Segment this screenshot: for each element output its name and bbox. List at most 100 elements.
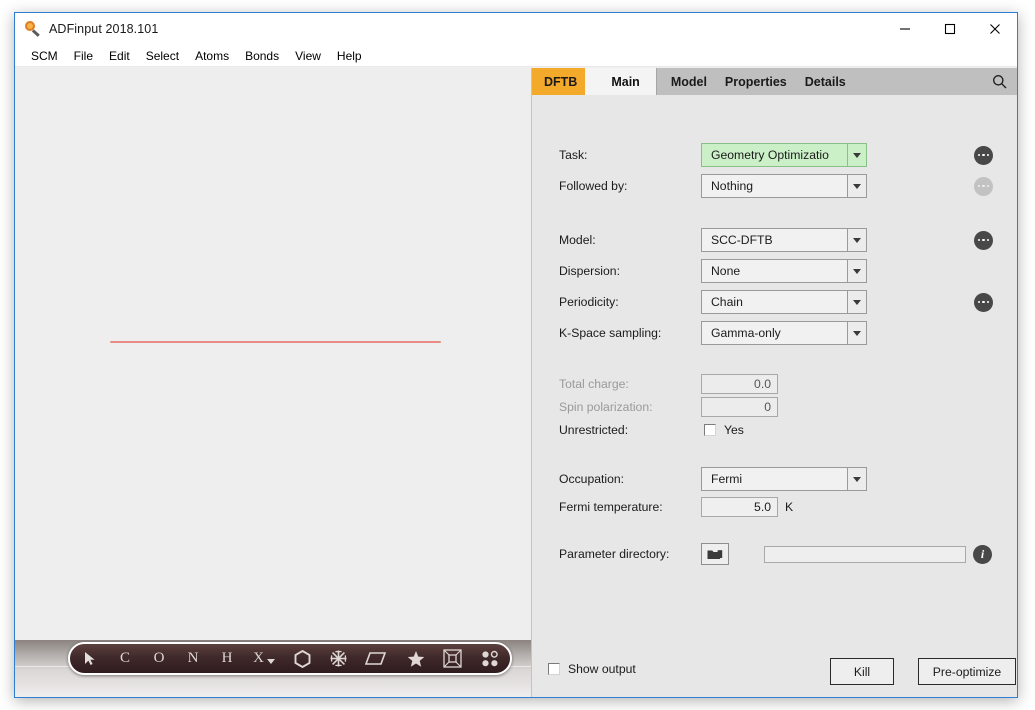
model-value: SCC-DFTB <box>711 233 773 247</box>
field-row-parameter-directory: Parameter directory: i <box>532 542 1017 566</box>
molecule-viewer[interactable]: C O N H X <box>15 68 531 697</box>
model-dropdown[interactable]: SCC-DFTB <box>701 228 867 252</box>
settings-form: Task: Geometry Optimizatio Followed by: … <box>532 95 1017 651</box>
menu-item-file[interactable]: File <box>66 47 101 65</box>
kspace-sampling-value: Gamma-only <box>711 326 781 340</box>
tool-points[interactable] <box>470 644 510 673</box>
tool-favorites[interactable] <box>398 644 434 673</box>
fermi-temperature-unit: K <box>785 500 794 514</box>
menu-item-atoms[interactable]: Atoms <box>187 47 237 65</box>
unrestricted-checkbox[interactable]: Yes <box>704 423 744 437</box>
occupation-dropdown[interactable]: Fermi <box>701 467 867 491</box>
menu-item-bonds[interactable]: Bonds <box>237 47 287 65</box>
spin-polarization-label: Spin polarization: <box>559 400 653 414</box>
model-label: Model: <box>559 233 596 247</box>
field-row-task: Task: Geometry Optimizatio <box>532 143 1017 167</box>
menu-item-scm[interactable]: SCM <box>23 47 66 65</box>
tab-details[interactable]: Details <box>796 68 855 95</box>
chevron-down-icon <box>847 144 866 166</box>
followed-by-value: Nothing <box>711 179 754 193</box>
menu-item-edit[interactable]: Edit <box>101 47 138 65</box>
tool-carbon[interactable]: C <box>108 644 142 673</box>
field-row-kspace-sampling: K-Space sampling: Gamma-only <box>532 321 1017 345</box>
show-output-label: Show output <box>568 662 636 676</box>
field-row-unrestricted: Unrestricted: Yes <box>532 418 1017 442</box>
window-title: ADFinput 2018.101 <box>49 22 159 36</box>
menu-item-view[interactable]: View <box>287 47 329 65</box>
fermi-temperature-input[interactable]: 5.0 <box>701 497 778 517</box>
menu-item-help[interactable]: Help <box>329 47 370 65</box>
unrestricted-label: Unrestricted: <box>559 423 629 437</box>
maximize-button[interactable] <box>927 13 972 45</box>
parameter-directory-input[interactable] <box>764 545 966 563</box>
pre-optimize-button[interactable]: Pre-optimize <box>918 658 1016 685</box>
tool-nitrogen[interactable]: N <box>176 644 210 673</box>
task-dropdown[interactable]: Geometry Optimizatio <box>701 143 867 167</box>
tool-oxygen[interactable]: O <box>142 644 176 673</box>
tool-hydrogen[interactable]: H <box>210 644 244 673</box>
menu-item-select[interactable]: Select <box>138 47 187 65</box>
chevron-down-icon <box>847 229 866 251</box>
tool-select[interactable] <box>70 644 108 673</box>
field-row-periodicity: Periodicity: Chain <box>532 290 1017 314</box>
task-more-options-icon[interactable] <box>974 145 993 165</box>
magnifier-icon <box>25 21 41 37</box>
spin-polarization-input[interactable]: 0 <box>701 397 778 417</box>
chevron-down-icon <box>847 260 866 282</box>
field-row-followed-by: Followed by: Nothing <box>532 174 1017 198</box>
tool-crystal-cell[interactable] <box>434 644 470 673</box>
followed-by-dropdown[interactable]: Nothing <box>701 174 867 198</box>
periodicity-value: Chain <box>711 295 743 309</box>
kill-button[interactable]: Kill <box>830 658 894 685</box>
search-icon[interactable] <box>981 68 1017 95</box>
element-picker-label: X <box>253 650 264 666</box>
total-charge-input[interactable]: 0.0 <box>701 374 778 394</box>
kspace-sampling-label: K-Space sampling: <box>559 326 662 340</box>
tab-dftb-module[interactable]: DFTB <box>532 68 599 95</box>
tab-bar: DFTB Main Model Properties Details <box>532 68 1017 95</box>
tab-properties[interactable]: Properties <box>716 68 796 95</box>
info-icon[interactable]: i <box>973 544 992 564</box>
show-output-checkbox[interactable]: Show output <box>548 662 636 676</box>
chevron-down-icon <box>847 468 866 490</box>
fermi-temperature-label: Fermi temperature: <box>559 500 663 514</box>
periodicity-dropdown[interactable]: Chain <box>701 290 867 314</box>
tool-plane[interactable] <box>356 644 394 673</box>
kspace-sampling-dropdown[interactable]: Gamma-only <box>701 321 867 345</box>
folder-icon[interactable] <box>701 543 729 565</box>
followed-by-label: Followed by: <box>559 179 628 193</box>
chevron-down-icon <box>847 175 866 197</box>
occupation-label: Occupation: <box>559 472 625 486</box>
tool-element-picker[interactable]: X <box>244 644 284 673</box>
dispersion-dropdown[interactable]: None <box>701 259 867 283</box>
title-bar: ADFinput 2018.101 <box>15 13 1017 45</box>
tab-main[interactable]: Main <box>585 68 657 95</box>
tab-bar-spacer <box>855 68 981 95</box>
field-row-total-charge: Total charge: 0.0 <box>532 372 1017 396</box>
minimize-button[interactable] <box>882 13 927 45</box>
chevron-down-icon <box>847 322 866 344</box>
unrestricted-checkbox-label: Yes <box>724 423 744 437</box>
close-button[interactable] <box>972 13 1017 45</box>
field-row-model: Model: SCC-DFTB <box>532 228 1017 252</box>
field-row-fermi-temperature: Fermi temperature: 5.0 K <box>532 495 1017 519</box>
panel-bottom-bar: Show output Kill Pre-optimize <box>532 651 1017 697</box>
chevron-down-icon <box>847 291 866 313</box>
field-row-spin-polarization: Spin polarization: 0 <box>532 395 1017 419</box>
tab-model[interactable]: Model <box>657 68 716 95</box>
field-row-occupation: Occupation: Fermi <box>532 467 1017 491</box>
task-value: Geometry Optimizatio <box>711 148 829 162</box>
tool-benzene-ring[interactable] <box>284 644 320 673</box>
tool-fragment[interactable] <box>320 644 356 673</box>
periodicity-label: Periodicity: <box>559 295 619 309</box>
followed-by-more-options-icon <box>974 176 993 196</box>
window-controls <box>882 13 1017 45</box>
application-window: ADFinput 2018.101 SCM File Edit Select A… <box>14 12 1018 698</box>
dispersion-label: Dispersion: <box>559 264 620 278</box>
periodicity-more-options-icon[interactable] <box>974 292 993 312</box>
molecule-toolbar: C O N H X <box>68 642 512 675</box>
settings-panel: DFTB Main Model Properties Details Task: <box>531 68 1017 697</box>
field-row-dispersion: Dispersion: None <box>532 259 1017 283</box>
parameter-directory-label: Parameter directory: <box>559 547 670 561</box>
model-more-options-icon[interactable] <box>974 230 993 250</box>
